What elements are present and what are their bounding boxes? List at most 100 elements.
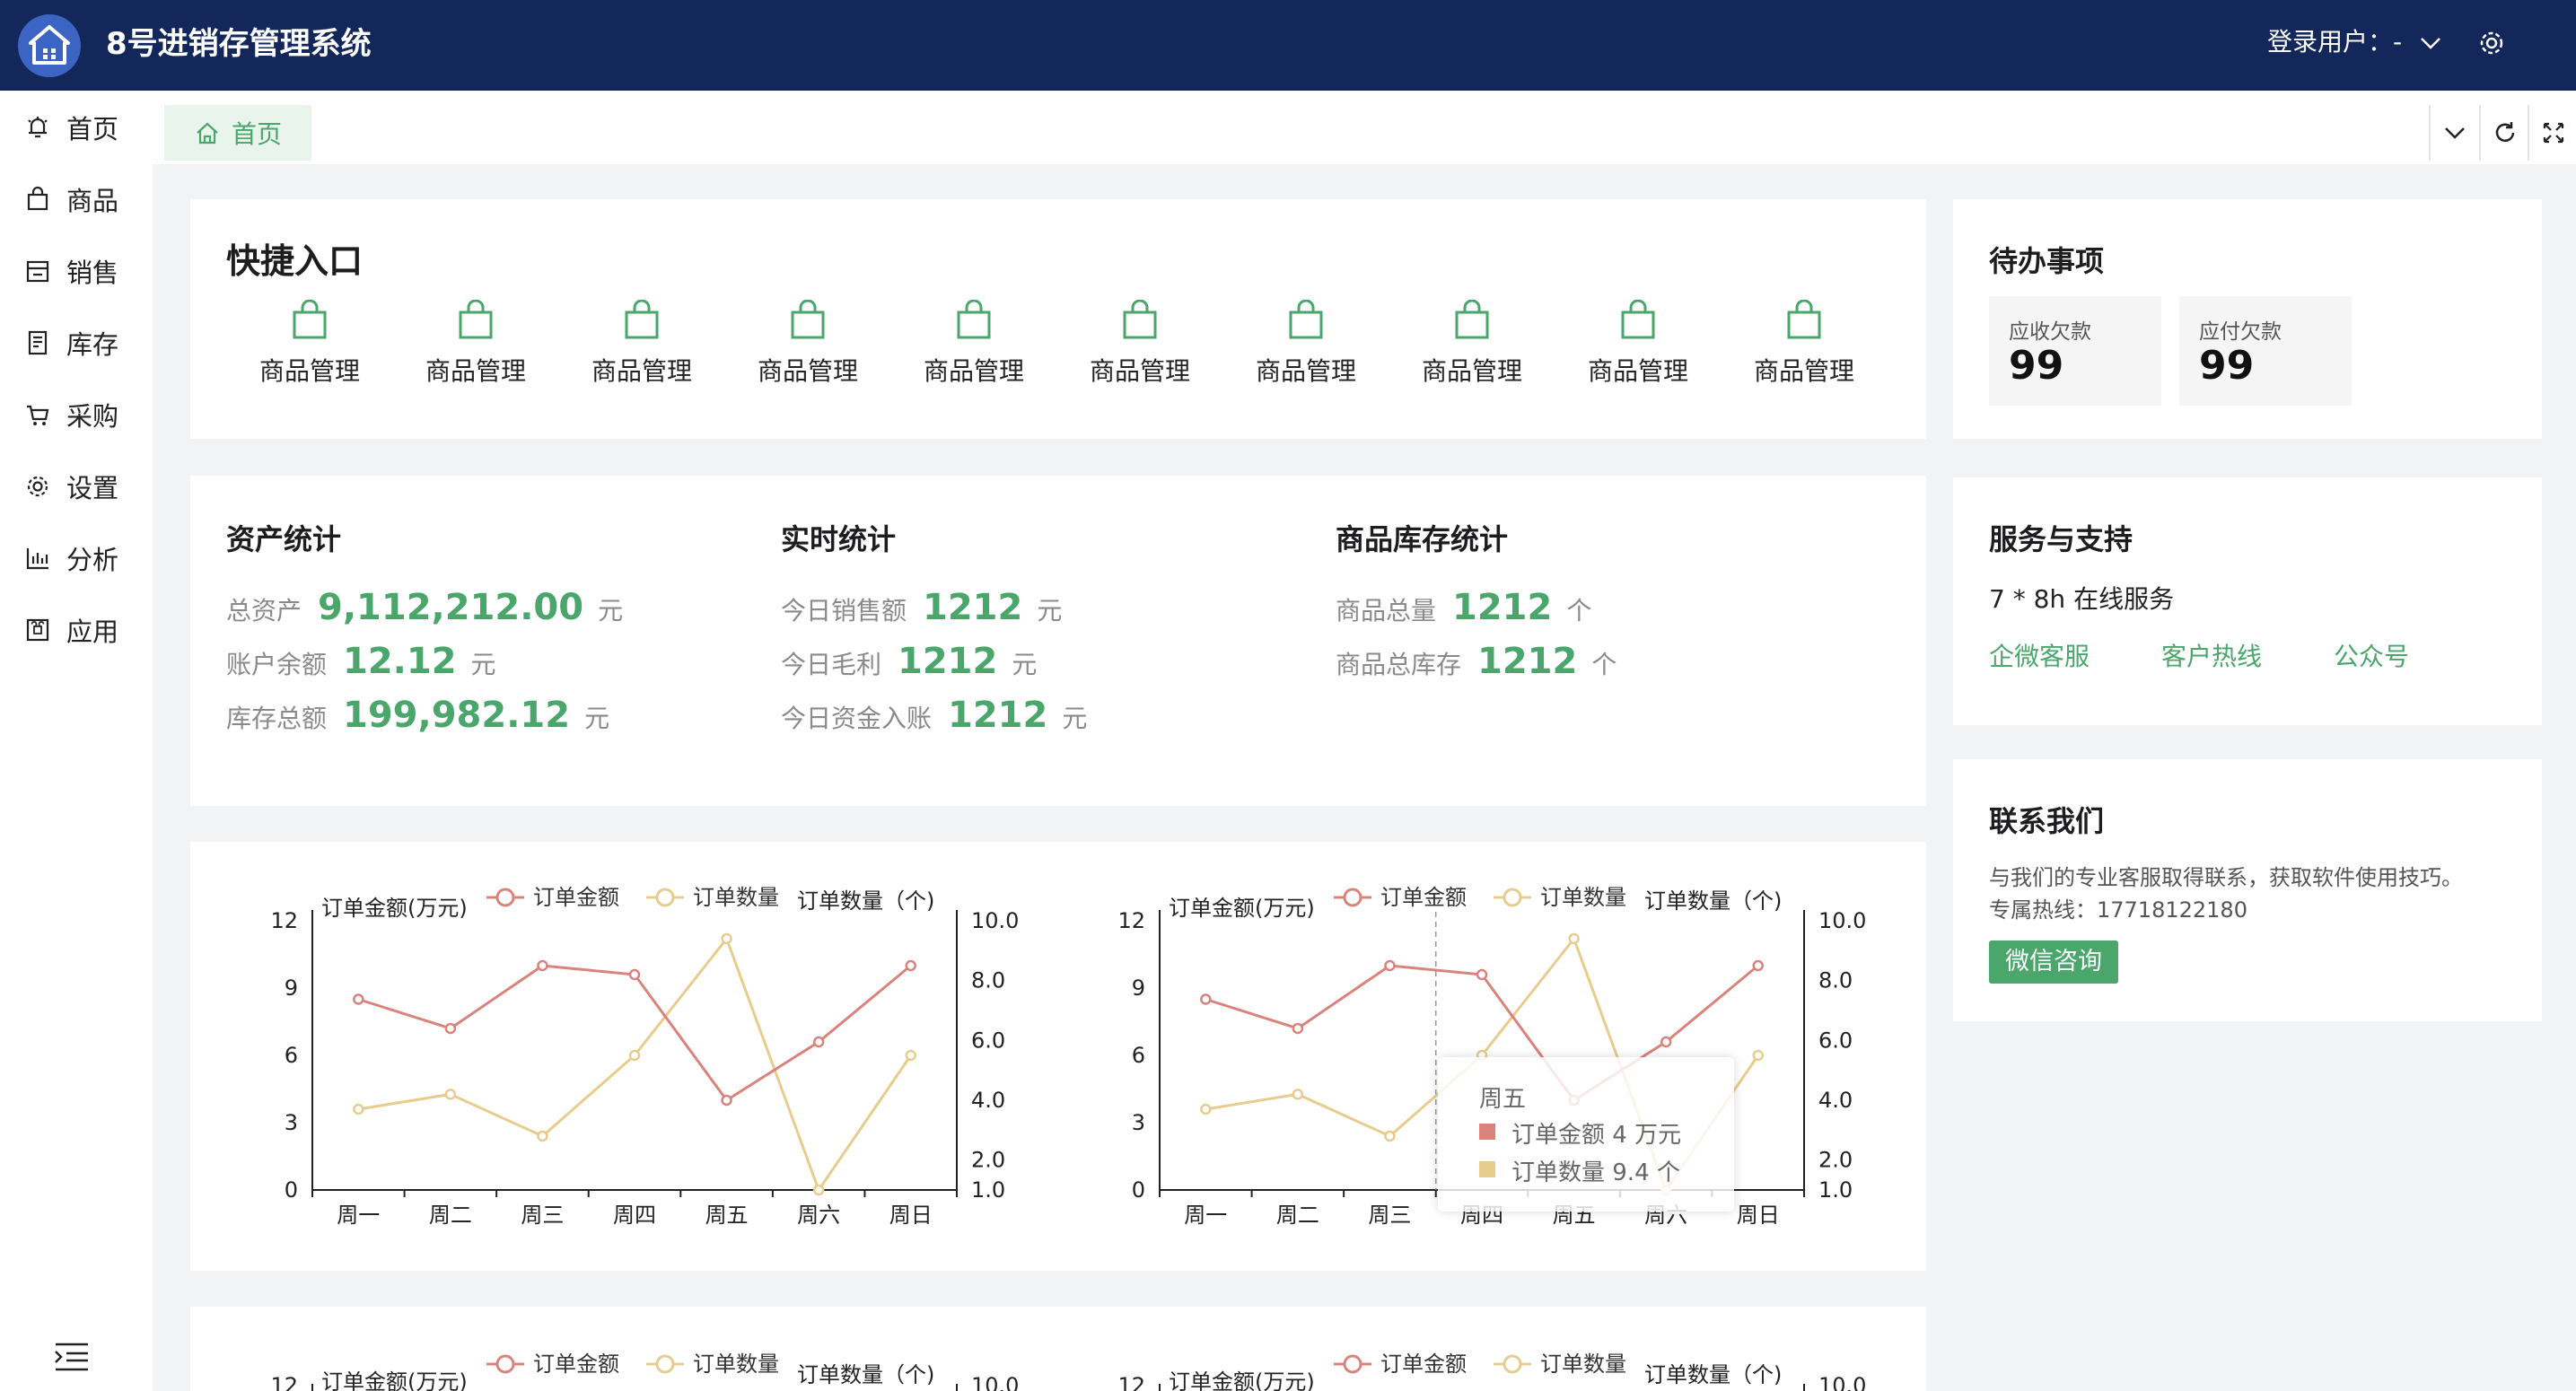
sidebar-item-inventory[interactable]: 库存 — [23, 325, 149, 361]
charts-card: 订单金额 订单数量 订单金额(万元) 订单数量（个) 0 3 6 9 12 1.0 2.0 4.0 6.… — [190, 842, 1926, 1271]
y-tick-label: 12 — [1117, 1373, 1145, 1391]
quick-entry-item[interactable]: 商品管理 — [907, 300, 1041, 388]
official-account-link[interactable]: 公众号 — [2334, 637, 2409, 673]
sidebar-item-label: 首页 — [66, 114, 119, 144]
fullscreen-icon — [2543, 122, 2564, 144]
series-count-point — [353, 1103, 364, 1115]
legend-count-label: 订单数量 — [1540, 885, 1626, 910]
realtime-stats: 实时统计 今日销售额 1212 元 今日毛利 1212 元 今日资金入账 1212 元 — [781, 517, 1087, 748]
series-amount-point — [628, 968, 641, 981]
refresh-icon — [2495, 122, 2515, 142]
login-user-label[interactable]: 登录用户：- — [2267, 24, 2402, 60]
quick-entry-card: 快捷入口 商品管理 商品管理 商品管理 商品管理 商品管理 商品管理 商品管理 商品管理 商品管… — [190, 199, 1926, 439]
y2-tick-label: 2.0 — [1818, 1148, 1853, 1173]
series-amount-point — [1200, 993, 1212, 1005]
tab-home[interactable]: 首页 — [164, 105, 311, 161]
quick-entry-item[interactable]: 商品管理 — [1073, 300, 1207, 388]
x-tick-label: 周二 — [1276, 1203, 1319, 1228]
quick-entry-label: 商品管理 — [923, 356, 1024, 386]
receivable-box[interactable]: 应收欠款 99 — [1989, 296, 2161, 406]
shopping-bag-icon — [957, 300, 991, 339]
wecom-service-link[interactable]: 企微客服 — [1989, 637, 2090, 673]
y2-tick-label: 6.0 — [1818, 1028, 1853, 1053]
chart-tooltip: 周五 订单金额 4 万元 订单数量 9.4 个 — [1438, 1057, 1734, 1212]
series-amount-point — [444, 1022, 457, 1035]
bar-chart-icon — [26, 548, 48, 570]
stat-label: 商品总量 — [1336, 596, 1437, 626]
y2-tick-label: 6.0 — [971, 1028, 1005, 1053]
shopping-bag-icon — [293, 300, 327, 339]
y2-tick-label: 10.0 — [1818, 908, 1866, 933]
refresh-button[interactable] — [2479, 105, 2529, 161]
x-tick-label: 周六 — [797, 1203, 840, 1228]
quick-entry-label: 商品管理 — [757, 356, 858, 386]
todo-card: 待办事项 应收欠款 99 应付欠款 99 — [1953, 199, 2542, 439]
quick-entry-item[interactable]: 商品管理 — [574, 300, 709, 388]
chevron-down-icon[interactable] — [2416, 29, 2445, 57]
gear-icon[interactable] — [2475, 27, 2508, 59]
stat-label: 今日销售额 — [781, 596, 907, 626]
home-logo-icon[interactable] — [18, 14, 81, 77]
sidebar-item-apps[interactable]: 应用 — [23, 612, 149, 648]
stat-unit: 元 — [1062, 704, 1088, 733]
cart-icon — [27, 405, 49, 425]
y2-tick-label: 8.0 — [1818, 968, 1853, 993]
stat-row: 商品总量 1212 个 — [1336, 587, 1617, 641]
series-count-point — [628, 1049, 641, 1062]
hotline-link[interactable]: 客户热线 — [2161, 637, 2262, 673]
contact-card: 联系我们 与我们的专业客服取得联系，获取软件使用技巧。 专属热线：1771812… — [1953, 759, 2542, 1021]
quick-entry-item[interactable]: 商品管理 — [1737, 300, 1871, 388]
home-icon — [197, 122, 218, 144]
quick-entry-item[interactable]: 商品管理 — [1571, 300, 1705, 388]
payable-box[interactable]: 应付欠款 99 — [2179, 296, 2352, 406]
bag-icon — [27, 186, 48, 211]
quick-entry-item[interactable]: 商品管理 — [1405, 300, 1539, 388]
stat-row: 今日资金入账 1212 元 — [781, 695, 1087, 748]
sidebar-item-purchase[interactable]: 采购 — [23, 397, 149, 433]
quick-entry-label: 商品管理 — [1255, 356, 1356, 386]
stat-row: 账户余额 12.12 元 — [226, 641, 623, 695]
series-count-point — [721, 932, 732, 945]
sidebar-item-sales[interactable]: 销售 — [23, 253, 149, 289]
quick-entry-label: 商品管理 — [425, 356, 526, 386]
y-tick-label: 3 — [285, 1110, 298, 1135]
quick-entry-item[interactable]: 商品管理 — [242, 300, 377, 388]
series-count-point — [1200, 1103, 1212, 1115]
y-axis-title: 订单金额(万元) — [321, 896, 468, 921]
series-amount-point — [1752, 959, 1764, 972]
y2-tick-label: 8.0 — [971, 968, 1005, 993]
line-chart-4: 订单金额 订单数量订单金额(万元) 订单数量（个) 12 10.0 — [1117, 1352, 1866, 1391]
sidebar-item-goods[interactable]: 商品 — [23, 181, 149, 217]
legend-amount-label: 订单金额 — [1380, 1352, 1467, 1377]
menu-collapse-icon[interactable] — [54, 1342, 90, 1372]
legend-count-marker — [655, 888, 675, 907]
chevron-down-icon — [2445, 127, 2465, 139]
series-count-point — [1384, 1130, 1396, 1142]
series-count-point — [537, 1130, 548, 1142]
legend-amount-label: 订单金额 — [1380, 885, 1467, 910]
stat-value: 1212 — [1452, 587, 1553, 628]
y-axis-title: 订单金额(万元) — [1169, 896, 1315, 921]
sidebar-item-analysis[interactable]: 分析 — [23, 540, 149, 576]
tabs-dropdown-button[interactable] — [2429, 105, 2479, 161]
quick-entry-item[interactable]: 商品管理 — [1239, 300, 1373, 388]
wechat-consult-button[interactable]: 微信咨询 — [1989, 940, 2118, 984]
y2-axis-title: 订单数量（个) — [797, 888, 934, 914]
stock-stats-title: 商品库存统计 — [1336, 522, 1509, 556]
sidebar-item-label: 商品 — [66, 186, 119, 216]
top-header — [0, 0, 2576, 91]
fullscreen-button[interactable] — [2528, 105, 2576, 161]
sidebar-item-label: 采购 — [66, 401, 119, 432]
tooltip-amount: 订单金额 4 万元 — [1511, 1122, 1682, 1149]
series-amount-point — [1660, 1036, 1672, 1048]
quick-entry-item[interactable]: 商品管理 — [740, 300, 875, 388]
series-amount-point — [353, 993, 364, 1005]
sidebar-item-home[interactable]: 首页 — [23, 109, 149, 145]
series-amount-point — [905, 959, 916, 972]
contact-title: 联系我们 — [1989, 804, 2105, 838]
receivable-label: 应收欠款 — [2009, 320, 2091, 344]
sidebar-item-settings[interactable]: 设置 — [23, 468, 149, 504]
app-title: 8号进销存管理系统 — [106, 26, 372, 62]
store-icon — [26, 260, 49, 283]
quick-entry-item[interactable]: 商品管理 — [408, 300, 543, 388]
